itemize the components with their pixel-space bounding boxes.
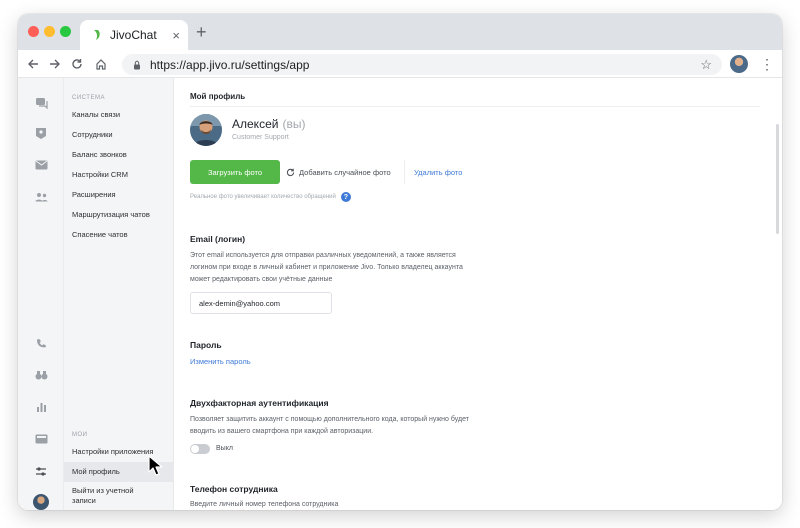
user-name: Алексей (вы) [232, 117, 305, 131]
menu-item-extensions[interactable]: Расширения [72, 190, 116, 200]
settings-icon[interactable] [34, 464, 48, 478]
random-photo-button[interactable]: Добавить случайное фото [286, 160, 391, 184]
menu-item-agents[interactable]: Сотрудники [72, 130, 113, 140]
back-icon[interactable] [24, 54, 42, 74]
star-icon[interactable]: ☆ [700, 57, 712, 73]
tab-close-icon[interactable]: × [172, 29, 180, 42]
avatar-icon[interactable] [33, 494, 49, 510]
stats-icon[interactable] [34, 400, 48, 414]
section-system-label: СИСТЕМА [72, 95, 105, 101]
delete-photo-button[interactable]: Удалить фото [414, 160, 462, 184]
settings-submenu: СИСТЕМА Каналы связи Сотрудники Баланс з… [64, 78, 174, 510]
phone-section-title: Телефон сотрудника [190, 484, 278, 494]
photo-hint: Реальное фото увеличивает количество обр… [190, 192, 351, 202]
profile-content: Мой профиль Алексей (вы) Customer Support… [174, 78, 782, 510]
chats-icon[interactable] [34, 96, 48, 110]
kebab-icon[interactable]: ⋮ [760, 55, 774, 73]
email-description: Этот email используется для отправки раз… [190, 250, 510, 286]
menu-item-logout[interactable]: Выйти из учетной записи [72, 486, 152, 506]
email-desc-line: может редактировать свои учётные данные [190, 276, 333, 283]
mail-icon[interactable] [34, 158, 48, 172]
change-password-link[interactable]: Изменить пароль [190, 357, 251, 366]
upload-photo-button[interactable]: Загрузить фото [190, 160, 280, 184]
phone-icon[interactable] [34, 336, 48, 350]
password-section-title: Пароль [190, 340, 222, 350]
jivo-favicon-icon [94, 30, 100, 40]
home-icon[interactable] [92, 54, 110, 74]
twofa-desc-line: Позволяет защитить аккаунт с помощью доп… [190, 416, 469, 423]
toggle-knob [191, 445, 199, 453]
contacts-icon[interactable] [34, 126, 48, 140]
browser-tab[interactable]: JivoChat × [80, 20, 188, 50]
close-window-button[interactable] [28, 26, 39, 37]
user-first-name: Алексей [232, 117, 279, 131]
photo-hint-text: Реальное фото увеличивает количество обр… [190, 194, 336, 200]
tab-title: JivoChat [110, 28, 157, 42]
menu-item-call-balance[interactable]: Баланс звонков [72, 150, 127, 160]
new-tab-button[interactable]: + [196, 22, 207, 42]
browser-profile-avatar[interactable] [730, 55, 748, 73]
you-label: (вы) [282, 117, 306, 131]
menu-item-chat-rescue[interactable]: Спасение чатов [72, 230, 128, 240]
binoculars-icon[interactable] [34, 368, 48, 382]
help-icon[interactable]: ? [340, 192, 351, 202]
menu-item-app-settings[interactable]: Настройки приложения [72, 447, 153, 457]
phone-description: Введите личный номер телефона сотрудника [190, 501, 339, 508]
menu-item-my-profile[interactable]: Мой профиль [72, 467, 120, 477]
menu-item-crm-settings[interactable]: Настройки CRM [72, 170, 128, 180]
menu-item-channels[interactable]: Каналы связи [72, 110, 120, 120]
twofa-desc-line: вводить из вашего смартфона при каждой а… [190, 428, 374, 435]
address-bar[interactable]: https://app.jivo.ru/settings/app ☆ [122, 54, 722, 75]
icon-sidebar [18, 78, 64, 510]
inbox-icon[interactable] [34, 432, 48, 446]
email-desc-line: Этот email используется для отправки раз… [190, 252, 456, 259]
url-text: https://app.jivo.ru/settings/app [150, 57, 310, 72]
twofa-toggle[interactable] [190, 444, 210, 454]
reload-icon[interactable] [68, 54, 86, 74]
menu-item-chat-routing[interactable]: Маршрутизация чатов [72, 210, 150, 220]
content-scrollbar[interactable] [776, 124, 779, 234]
email-field[interactable]: alex-demin@yahoo.com [190, 292, 332, 314]
user-role: Customer Support [232, 134, 289, 141]
random-photo-label: Добавить случайное фото [299, 167, 391, 177]
team-icon[interactable] [34, 190, 48, 204]
page-title: Мой профиль [190, 92, 246, 101]
lock-icon [134, 60, 140, 69]
twofa-description: Позволяет защитить аккаунт с помощью доп… [190, 414, 520, 438]
app-area: СИСТЕМА Каналы связи Сотрудники Баланс з… [18, 78, 782, 510]
profile-avatar[interactable] [190, 114, 222, 146]
forward-icon[interactable] [46, 54, 64, 74]
browser-window: JivoChat × + https://app.jivo.ru/setting… [18, 14, 782, 510]
twofa-toggle-label: Выкл [216, 445, 233, 452]
tab-strip: JivoChat × + [18, 14, 782, 50]
refresh-icon [286, 168, 295, 176]
mouse-cursor-icon [148, 455, 163, 476]
twofa-section-title: Двухфакторная аутентификация [190, 398, 329, 408]
minimize-window-button[interactable] [44, 26, 55, 37]
email-section-title: Email (логин) [190, 234, 246, 244]
section-my-label: МОИ [72, 432, 88, 438]
email-desc-line: логином при входе в личный кабинет и при… [190, 264, 463, 271]
browser-toolbar: https://app.jivo.ru/settings/app ☆ ⋮ [18, 50, 782, 78]
title-divider [190, 106, 760, 107]
button-divider [404, 160, 405, 184]
maximize-window-button[interactable] [60, 26, 71, 37]
